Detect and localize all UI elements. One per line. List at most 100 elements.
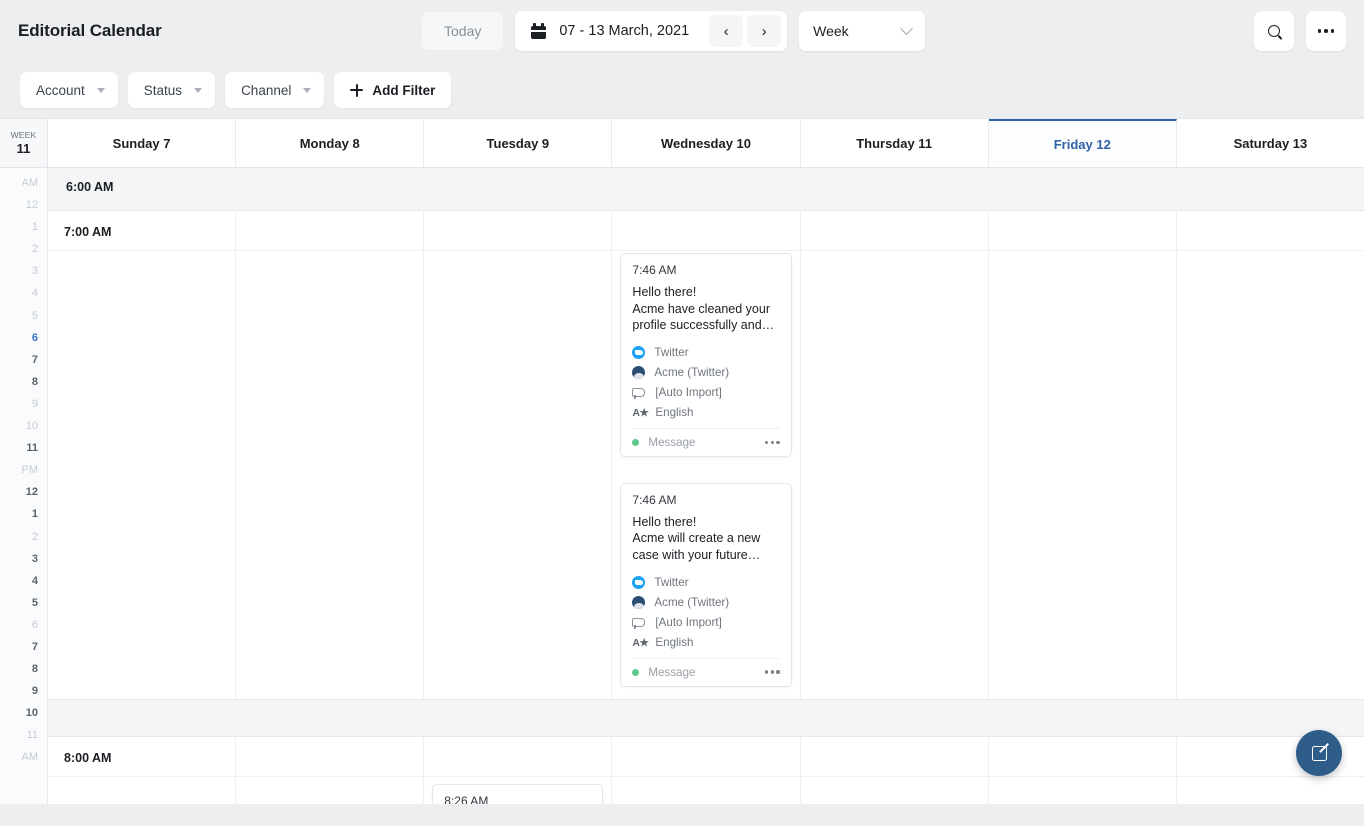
- event-channel-row: Twitter: [632, 343, 779, 363]
- event-footer: Message: [632, 657, 780, 679]
- avatar: [632, 596, 646, 610]
- week-caption: WEEK: [10, 130, 37, 140]
- view-mode-select[interactable]: Week: [799, 11, 926, 51]
- day-column-thursday[interactable]: [801, 211, 989, 699]
- filter-account[interactable]: Account: [20, 72, 118, 108]
- chevron-down-icon: [96, 87, 105, 93]
- gutter-tick: 5: [31, 309, 38, 322]
- status-badge: Message: [648, 665, 696, 679]
- event-channel: Twitter: [654, 346, 689, 360]
- event-menu-button[interactable]: [764, 670, 780, 674]
- week-number-cell: WEEK 11: [0, 119, 48, 167]
- gutter-tick: 3: [31, 552, 38, 565]
- next-week-button[interactable]: ›: [747, 15, 782, 47]
- event-language: English: [655, 406, 694, 420]
- gutter-tick: 12: [25, 199, 38, 212]
- gutter-tick: 8: [31, 663, 38, 676]
- day-header-tuesday[interactable]: Tuesday 9: [424, 119, 613, 167]
- gutter-tick: 10: [25, 420, 38, 433]
- translate-icon: A★: [632, 406, 649, 419]
- day-column-sunday[interactable]: [48, 737, 237, 804]
- today-button[interactable]: Today: [422, 12, 504, 50]
- event-card[interactable]: 7:46 AM Hello there! Acme will create a n…: [620, 482, 792, 687]
- day-column-saturday[interactable]: [1177, 211, 1364, 699]
- event-time: 7:46 AM: [632, 263, 677, 277]
- day-header-sunday[interactable]: Sunday 7: [48, 119, 237, 167]
- top-bar: Editorial Calendar Today 07 - 13 March, …: [0, 0, 1364, 62]
- megaphone-icon: [632, 617, 646, 630]
- avatar: [632, 366, 646, 380]
- day-column-monday[interactable]: [236, 737, 425, 804]
- event-time: 7:46 AM: [632, 492, 677, 507]
- add-filter-label: Add Filter: [372, 82, 436, 98]
- date-navigation: Today 07 - 13 March, 2021 ‹ › Week: [422, 11, 926, 51]
- date-range-control[interactable]: 07 - 13 March, 2021 ‹ ›: [515, 11, 788, 51]
- day-column-wednesday[interactable]: [612, 737, 801, 804]
- day-column-sunday[interactable]: [48, 211, 237, 699]
- filter-channel[interactable]: Channel: [225, 72, 325, 108]
- gutter-tick: 12: [25, 486, 38, 499]
- day-column-tuesday[interactable]: [424, 211, 613, 699]
- ellipsis-icon: [1317, 29, 1335, 33]
- day-column-monday[interactable]: [236, 211, 425, 699]
- hour-label-7am: 7:00 AM: [64, 225, 112, 239]
- gutter-tick: 8: [31, 375, 38, 388]
- calendar-grid: 6:00 AM 7:00 AM 7:46 AM Hello there! Acme…: [48, 168, 1364, 804]
- gutter-tick: 9: [31, 397, 38, 410]
- hour-block-7am: 7:00 AM 7:46 AM Hello there! Acme have cl…: [48, 210, 1364, 700]
- hour-label-8am: 8:00 AM: [64, 751, 112, 765]
- filter-channel-label: Channel: [241, 82, 292, 98]
- filter-status-label: Status: [143, 82, 183, 98]
- calendar-body: AM 12 1 2 3 4 5 6 7 8 9 10 11 PM 12 1 2 …: [0, 168, 1364, 804]
- search-button[interactable]: [1254, 11, 1294, 51]
- top-bar-actions: [1254, 11, 1346, 51]
- gutter-tick: 5: [31, 596, 38, 609]
- event-channel: Twitter: [654, 576, 689, 590]
- twitter-icon: [632, 576, 646, 590]
- add-filter-button[interactable]: Add Filter: [334, 72, 452, 108]
- event-footer: Message: [632, 427, 780, 449]
- time-gutter: AM 12 1 2 3 4 5 6 7 8 9 10 11 PM 12 1 2 …: [0, 168, 48, 804]
- plus-icon: [350, 83, 364, 97]
- gutter-tick: 6: [31, 618, 38, 631]
- gutter-tick: 2: [31, 530, 38, 543]
- hour-label-6am: 6:00 AM: [66, 180, 114, 194]
- date-range-label: 07 - 13 March, 2021: [559, 23, 690, 39]
- day-header-friday[interactable]: Friday 12: [988, 119, 1177, 167]
- event-source-row: [Auto Import]: [632, 613, 779, 633]
- event-text: Hello there! Acme have cleaned your profi…: [632, 285, 775, 333]
- gutter-tick: 10: [25, 707, 38, 720]
- gutter-tick: 3: [31, 265, 38, 278]
- day-column-friday[interactable]: [989, 737, 1177, 804]
- event-card[interactable]: 8:26 AM @AllyJordanCooke: [432, 784, 604, 804]
- chevron-down-icon: [303, 87, 312, 93]
- megaphone-icon: [632, 387, 646, 400]
- previous-week-button[interactable]: ‹: [709, 15, 744, 47]
- filter-bar: Account Status Channel Add Filter: [0, 62, 1364, 118]
- gutter-tick: 1: [31, 221, 38, 234]
- event-account-row: Acme (Twitter): [632, 593, 779, 613]
- more-options-button[interactable]: [1306, 11, 1346, 51]
- gutter-tick: 1: [31, 508, 38, 521]
- day-header-monday[interactable]: Monday 8: [236, 119, 425, 167]
- event-card[interactable]: 7:46 AM Hello there! Acme have cleaned yo…: [620, 253, 792, 457]
- day-column-thursday[interactable]: [801, 737, 989, 804]
- gutter-tick: PM: [21, 464, 39, 477]
- day-header-saturday[interactable]: Saturday 13: [1177, 119, 1364, 167]
- day-column-wednesday[interactable]: 7:46 AM Hello there! Acme have cleaned yo…: [612, 211, 801, 699]
- day-column-tuesday[interactable]: 8:26 AM @AllyJordanCooke: [424, 737, 613, 804]
- day-column-friday[interactable]: [989, 211, 1177, 699]
- twitter-icon: [632, 346, 646, 360]
- gutter-tick: 11: [26, 729, 38, 742]
- gutter-tick: 9: [31, 685, 38, 698]
- gutter-tick: 4: [31, 287, 38, 300]
- calendar-day-header: WEEK 11 Sunday 7 Monday 8 Tuesday 9 Wedn…: [0, 118, 1364, 168]
- filter-status[interactable]: Status: [127, 72, 216, 108]
- event-menu-button[interactable]: [764, 440, 780, 444]
- day-header-thursday[interactable]: Thursday 11: [801, 119, 989, 167]
- day-header-wednesday[interactable]: Wednesday 10: [612, 119, 801, 167]
- event-time: 8:26 AM: [444, 794, 489, 804]
- compose-button[interactable]: [1296, 730, 1342, 776]
- gutter-tick: AM: [21, 751, 39, 764]
- chevron-down-icon: [900, 21, 914, 35]
